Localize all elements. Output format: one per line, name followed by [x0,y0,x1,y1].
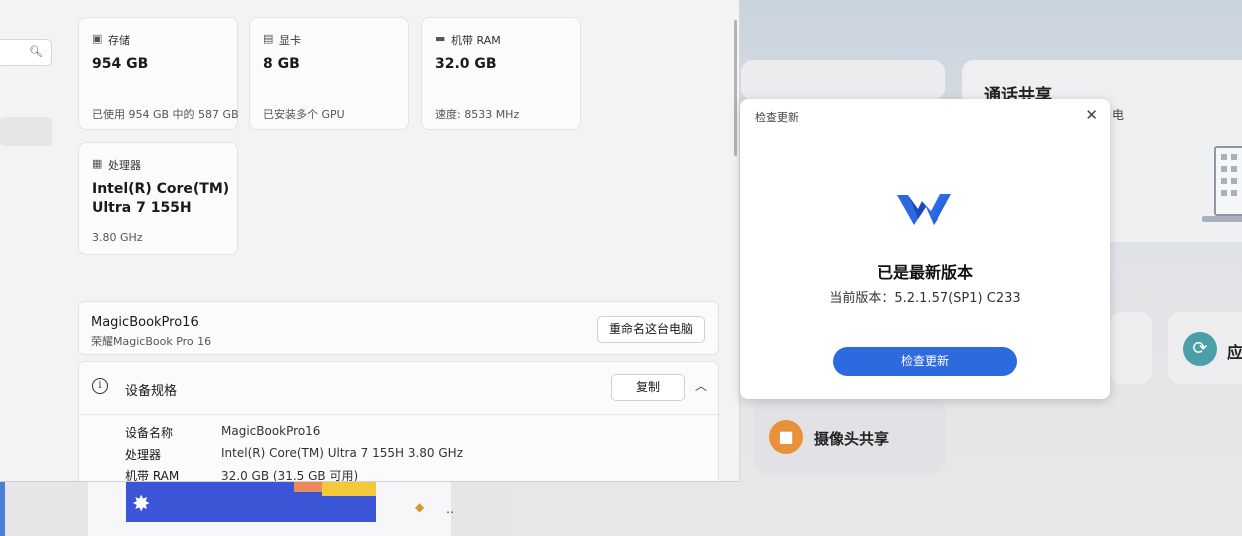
device-specs-title: 设备规格 [125,384,178,399]
pc-name-card: MagicBookPro16 荣耀MagicBook Pro 16 重命名这台电… [78,301,719,355]
device-specs-header[interactable]: i 设备规格 复制 ︿ [79,362,720,415]
clipped-text: ‥ [446,502,455,516]
rename-pc-button[interactable]: 重命名这台电脑 [597,316,705,343]
search-icon: 🔍︎ [29,45,43,58]
ram-speed: 速度: 8533 MHz [435,108,520,121]
sidebar-item-selected[interactable] [0,117,52,146]
app-card[interactable]: ⟳ 应 [1168,312,1242,384]
banner-decoration [322,482,376,496]
storage-icon: ▣ [92,32,103,45]
gpu-icon: ▤ [263,32,274,45]
device-specs-card: i 设备规格 复制 ︿ 设备名称 MagicBookPro16 处理器 Inte… [78,361,720,482]
camera-share-label: 摄像头共享 [814,430,890,448]
spec-key: 处理器 [125,448,162,462]
search-input[interactable]: 🔍︎ [0,39,52,66]
background-banner-image: ✸ [126,482,376,522]
star-decoration-icon: ✸ [132,492,151,517]
storage-value: 954 GB [92,56,149,72]
dialog-title: 检查更新 [755,111,799,124]
ram-tile[interactable]: ▬ 机带 RAM 32.0 GB 速度: 8533 MHz [421,17,581,130]
storage-tile[interactable]: ▣ 存储 954 GB 已使用 954 GB 中的 587 GB [78,17,239,130]
background-window-edge [0,482,5,536]
call-share-subtitle: 电 [1112,108,1125,122]
spec-key: 机带 RAM [125,469,180,482]
pc-name: MagicBookPro16 [91,315,199,330]
gpu-info: 已安装多个 GPU [263,108,345,121]
scrollbar[interactable] [734,20,737,156]
pc-model: 荣耀MagicBook Pro 16 [91,335,212,348]
ram-label: 机带 RAM [451,34,501,47]
spec-value: Intel(R) Core(TM) Ultra 7 155H 3.80 GHz [221,446,463,460]
trophy-icon: ◆ [415,500,425,514]
copy-button[interactable]: 复制 [611,374,685,401]
processor-tile[interactable]: ▦ 处理器 Intel(R) Core(TM) Ultra 7 155H 3.8… [78,142,238,255]
device-stand [1202,216,1242,222]
camera-share-card[interactable]: ■ 摄像头共享 [754,400,946,473]
settings-window: 🔍︎ ▣ 存储 954 GB 已使用 954 GB 中的 587 GB ▤ 显卡… [0,0,740,482]
processor-value: Intel(R) Core(TM) Ultra 7 155H [92,181,230,216]
sync-icon: ⟳ [1183,332,1217,366]
storage-label: 存储 [108,34,130,47]
processor-label: 处理器 [108,159,141,172]
info-icon: i [92,378,108,394]
update-dialog: 检查更新 ✕ 已是最新版本 当前版本：5.2.1.57(SP1) C233 检查… [740,99,1110,399]
processor-speed: 3.80 GHz [92,231,143,244]
current-version: 当前版本：5.2.1.57(SP1) C233 [829,291,1021,306]
update-status: 已是最新版本 [876,263,973,282]
gpu-value: 8 GB [263,56,300,72]
spec-value: MagicBookPro16 [221,424,321,438]
app-card-label: 应 [1227,343,1242,362]
device-illustration-icon [1214,146,1242,216]
processor-icon: ▦ [92,157,103,170]
camera-icon: ■ [769,420,803,454]
storage-usage: 已使用 954 GB 中的 587 GB [92,108,239,121]
banner-decoration [294,482,324,492]
ram-icon: ▬ [435,32,446,45]
spec-value: 32.0 GB (31.5 GB 可用) [221,469,359,482]
feature-card[interactable] [1110,312,1152,384]
spec-key: 设备名称 [125,426,174,440]
ram-value: 32.0 GB [435,56,497,72]
close-icon[interactable]: ✕ [1085,105,1098,125]
feature-card[interactable] [741,60,945,100]
app-logo-icon [897,194,951,225]
gpu-tile[interactable]: ▤ 显卡 8 GB 已安装多个 GPU [249,17,409,130]
check-update-button[interactable]: 检查更新 [833,347,1017,376]
gpu-label: 显卡 [279,34,301,47]
chevron-up-icon[interactable]: ︿ [695,377,707,394]
